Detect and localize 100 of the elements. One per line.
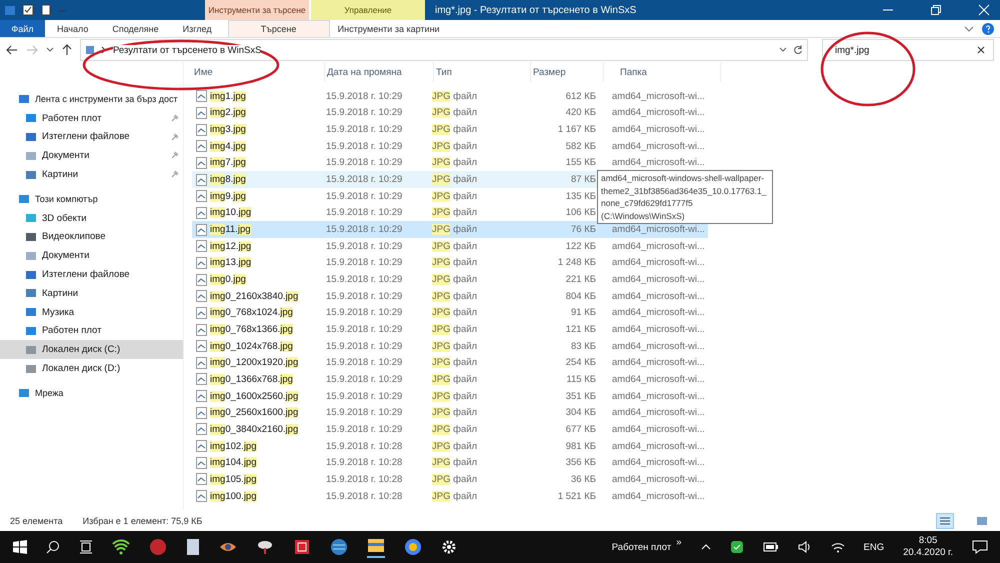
- app-square-icon[interactable]: [293, 538, 311, 556]
- file-row[interactable]: img100.jpg 15.9.2018 г. 10:28 JPG файл 1 521 КБ amd64_microsoft-wi...: [192, 488, 708, 504]
- ribbon-tab[interactable]: Начало: [45, 20, 100, 37]
- size-cell-text: 122 КБ: [564, 240, 596, 252]
- file-row[interactable]: img0_1200x1920.jpg 15.9.2018 г. 10:29 JPG файл 254 КБ amd64_microsoft-wi...: [192, 354, 708, 372]
- file-row[interactable]: img7.jpg 15.9.2018 г. 10:29 JPG файл 155 КБ amd64_microsoft-wi...: [192, 154, 708, 172]
- nav-item[interactable]: Локален диск (D:): [0, 359, 183, 378]
- details-view-icon[interactable]: [936, 512, 954, 528]
- column-header[interactable]: Размер: [531, 62, 604, 82]
- nav-item[interactable]: Локален диск (C:): [0, 340, 183, 360]
- file-row[interactable]: img0_768x1366.jpg 15.9.2018 г. 10:29 JPG файл 121 КБ amd64_microsoft-wi...: [192, 321, 708, 338]
- notification-icon[interactable]: [972, 540, 988, 554]
- browser-icon[interactable]: [404, 538, 422, 556]
- folder-cell-text: amd64_microsoft-wi...: [611, 257, 706, 268]
- battery-icon[interactable]: [762, 542, 779, 552]
- task-view-icon[interactable]: [79, 540, 93, 554]
- ribbon-tab[interactable]: Файл: [0, 20, 45, 37]
- document-icon[interactable]: [186, 538, 200, 556]
- nav-item[interactable]: Документи: [0, 146, 183, 166]
- toolbar-chevron[interactable]: »: [676, 536, 682, 548]
- file-row[interactable]: img0_1600x2560.jpg 15.9.2018 г. 10:29 JPG файл 351 КБ amd64_microsoft-wi...: [192, 388, 708, 404]
- image-file-icon: [196, 456, 207, 469]
- column-header[interactable]: Дата на промяна: [325, 62, 434, 82]
- file-row[interactable]: img0_768x1024.jpg 15.9.2018 г. 10:29 JPG файл 91 КБ amd64_microsoft-wi...: [192, 304, 708, 322]
- up-arrow-icon[interactable]: [62, 44, 72, 56]
- close-icon[interactable]: [978, 4, 990, 16]
- image-file-icon: [196, 206, 207, 219]
- shield-check-icon[interactable]: [730, 540, 744, 554]
- ribbon-tab[interactable]: Споделяне: [100, 20, 171, 37]
- file-row[interactable]: img0_3840x2160.jpg 15.9.2018 г. 10:29 JPG файл 677 КБ amd64_microsoft-wi...: [192, 421, 708, 438]
- file-row[interactable]: img2.jpg 15.9.2018 г. 10:29 JPG файл 420 КБ amd64_microsoft-wi...: [192, 104, 708, 122]
- chevron-up-icon[interactable]: [700, 543, 711, 551]
- column-header[interactable]: Папка: [604, 62, 721, 82]
- file-row[interactable]: img0_2160x3840.jpg 15.9.2018 г. 10:29 JPG файл 804 КБ amd64_microsoft-wi...: [192, 288, 708, 305]
- pin-icon[interactable]: [171, 170, 179, 178]
- file-row[interactable]: img4.jpg 15.9.2018 г. 10:29 JPG файл 582 КБ amd64_microsoft-wi...: [192, 138, 708, 155]
- clock-time[interactable]: 8:05: [918, 535, 938, 547]
- file-row[interactable]: img0.jpg 15.9.2018 г. 10:29 JPG файл 221 КБ amd64_microsoft-wi...: [192, 271, 708, 288]
- wifi-signal-icon[interactable]: [830, 541, 845, 553]
- speaker-icon[interactable]: [798, 541, 812, 553]
- type-cell-text: JPG файл: [432, 390, 478, 402]
- nav-item[interactable]: Картини: [0, 165, 183, 184]
- dropdown-caret-icon[interactable]: [779, 47, 787, 53]
- file-row[interactable]: img13.jpg 15.9.2018 г. 10:29 JPG файл 1 248 КБ amd64_microsoft-wi...: [192, 254, 708, 272]
- file-row[interactable]: img105.jpg 15.9.2018 г. 10:28 JPG файл 36 КБ amd64_microsoft-wi...: [192, 471, 708, 488]
- refresh-icon[interactable]: [793, 45, 803, 55]
- pin-icon[interactable]: [171, 151, 179, 160]
- type-cell-text: JPG файл: [432, 490, 478, 502]
- caret-icon[interactable]: [46, 47, 54, 53]
- search-icon[interactable]: [46, 540, 60, 554]
- column-header[interactable]: Тип: [434, 62, 531, 82]
- nav-item[interactable]: Лента с инструменти за бърз дост: [0, 90, 183, 109]
- column-header[interactable]: Име: [192, 62, 325, 82]
- nav-item[interactable]: Работен плот: [0, 108, 183, 128]
- nav-item[interactable]: Мрежа: [0, 384, 183, 403]
- file-row[interactable]: img0_1024x768.jpg 15.9.2018 г. 10:29 JPG файл 83 КБ amd64_microsoft-wi...: [192, 338, 708, 354]
- nav-item[interactable]: Музика: [0, 302, 183, 322]
- ribbon-tab[interactable]: Изглед: [170, 20, 224, 37]
- file-row[interactable]: img0_2560x1600.jpg 15.9.2018 г. 10:29 JPG файл 304 КБ amd64_microsoft-wi...: [192, 404, 708, 422]
- ribbon-tab[interactable]: Търсене: [228, 20, 330, 37]
- type-cell-text: JPG файл: [432, 457, 478, 468]
- clock-date[interactable]: 20.4.2020 г.: [903, 547, 953, 559]
- language-indicator[interactable]: ENG: [864, 542, 884, 552]
- properties-icon[interactable]: [22, 4, 34, 16]
- file-row[interactable]: img11.jpg 15.9.2018 г. 10:29 JPG файл 76 КБ amd64_microsoft-wi...: [192, 221, 708, 238]
- nav-item[interactable]: Изтеглени файлове: [0, 128, 183, 146]
- date-cell-text: 15.9.2018 г. 10:28: [326, 474, 404, 485]
- pin-icon[interactable]: [171, 114, 179, 122]
- windows-logo-icon[interactable]: [13, 540, 27, 554]
- file-row[interactable]: img12.jpg 15.9.2018 г. 10:29 JPG файл 122 КБ amd64_microsoft-wi...: [192, 238, 708, 255]
- wifi-icon[interactable]: [112, 539, 130, 555]
- nav-item[interactable]: Видеоклипове: [0, 228, 183, 246]
- file-row[interactable]: img0_1366x768.jpg 15.9.2018 г. 10:29 JPG файл 115 КБ amd64_microsoft-wi...: [192, 371, 708, 388]
- search-field[interactable]: img*.jpg: [822, 39, 994, 61]
- gear-icon[interactable]: [441, 539, 457, 555]
- help-icon[interactable]: [982, 22, 994, 34]
- nav-item[interactable]: 3D обекти: [0, 208, 183, 228]
- maximize-icon[interactable]: [930, 4, 942, 16]
- globe-icon[interactable]: [330, 538, 348, 556]
- date-cell-text: 15.9.2018 г. 10:29: [326, 224, 404, 236]
- nav-item[interactable]: Работен плот: [0, 322, 183, 340]
- toolbar-label[interactable]: Работен плот: [612, 542, 672, 552]
- pin-icon[interactable]: [171, 132, 179, 141]
- file-row[interactable]: img1.jpg 15.9.2018 г. 10:29 JPG файл 612 КБ amd64_microsoft-wi...: [192, 88, 708, 105]
- address-bar[interactable]: Резултати от търсенето в WinSxS: [80, 39, 808, 61]
- file-row[interactable]: img102.jpg 15.9.2018 г. 10:28 JPG файл 981 КБ amd64_microsoft-wi...: [192, 438, 708, 454]
- ribbon-tab[interactable]: Инструменти за картини: [332, 20, 446, 37]
- clear-icon[interactable]: [977, 46, 985, 54]
- back-arrow-icon[interactable]: [6, 45, 18, 55]
- new-folder-icon[interactable]: [40, 4, 52, 16]
- chevron-down-icon[interactable]: [964, 24, 974, 32]
- size-cell-text: 135 КБ: [564, 190, 596, 202]
- nav-item[interactable]: Изтеглени файлове: [0, 265, 183, 284]
- nav-item-icon: [25, 268, 37, 281]
- file-row[interactable]: img3.jpg 15.9.2018 г. 10:29 JPG файл 1 167 КБ amd64_microsoft-wi...: [192, 121, 708, 138]
- file-row[interactable]: img104.jpg 15.9.2018 г. 10:28 JPG файл 356 КБ amd64_microsoft-wi...: [192, 454, 708, 472]
- nav-item[interactable]: Този компютър: [0, 190, 183, 209]
- nav-item[interactable]: Картини: [0, 284, 183, 303]
- date-cell-text: 15.9.2018 г. 10:29: [326, 307, 404, 318]
- nav-item[interactable]: Документи: [0, 246, 183, 266]
